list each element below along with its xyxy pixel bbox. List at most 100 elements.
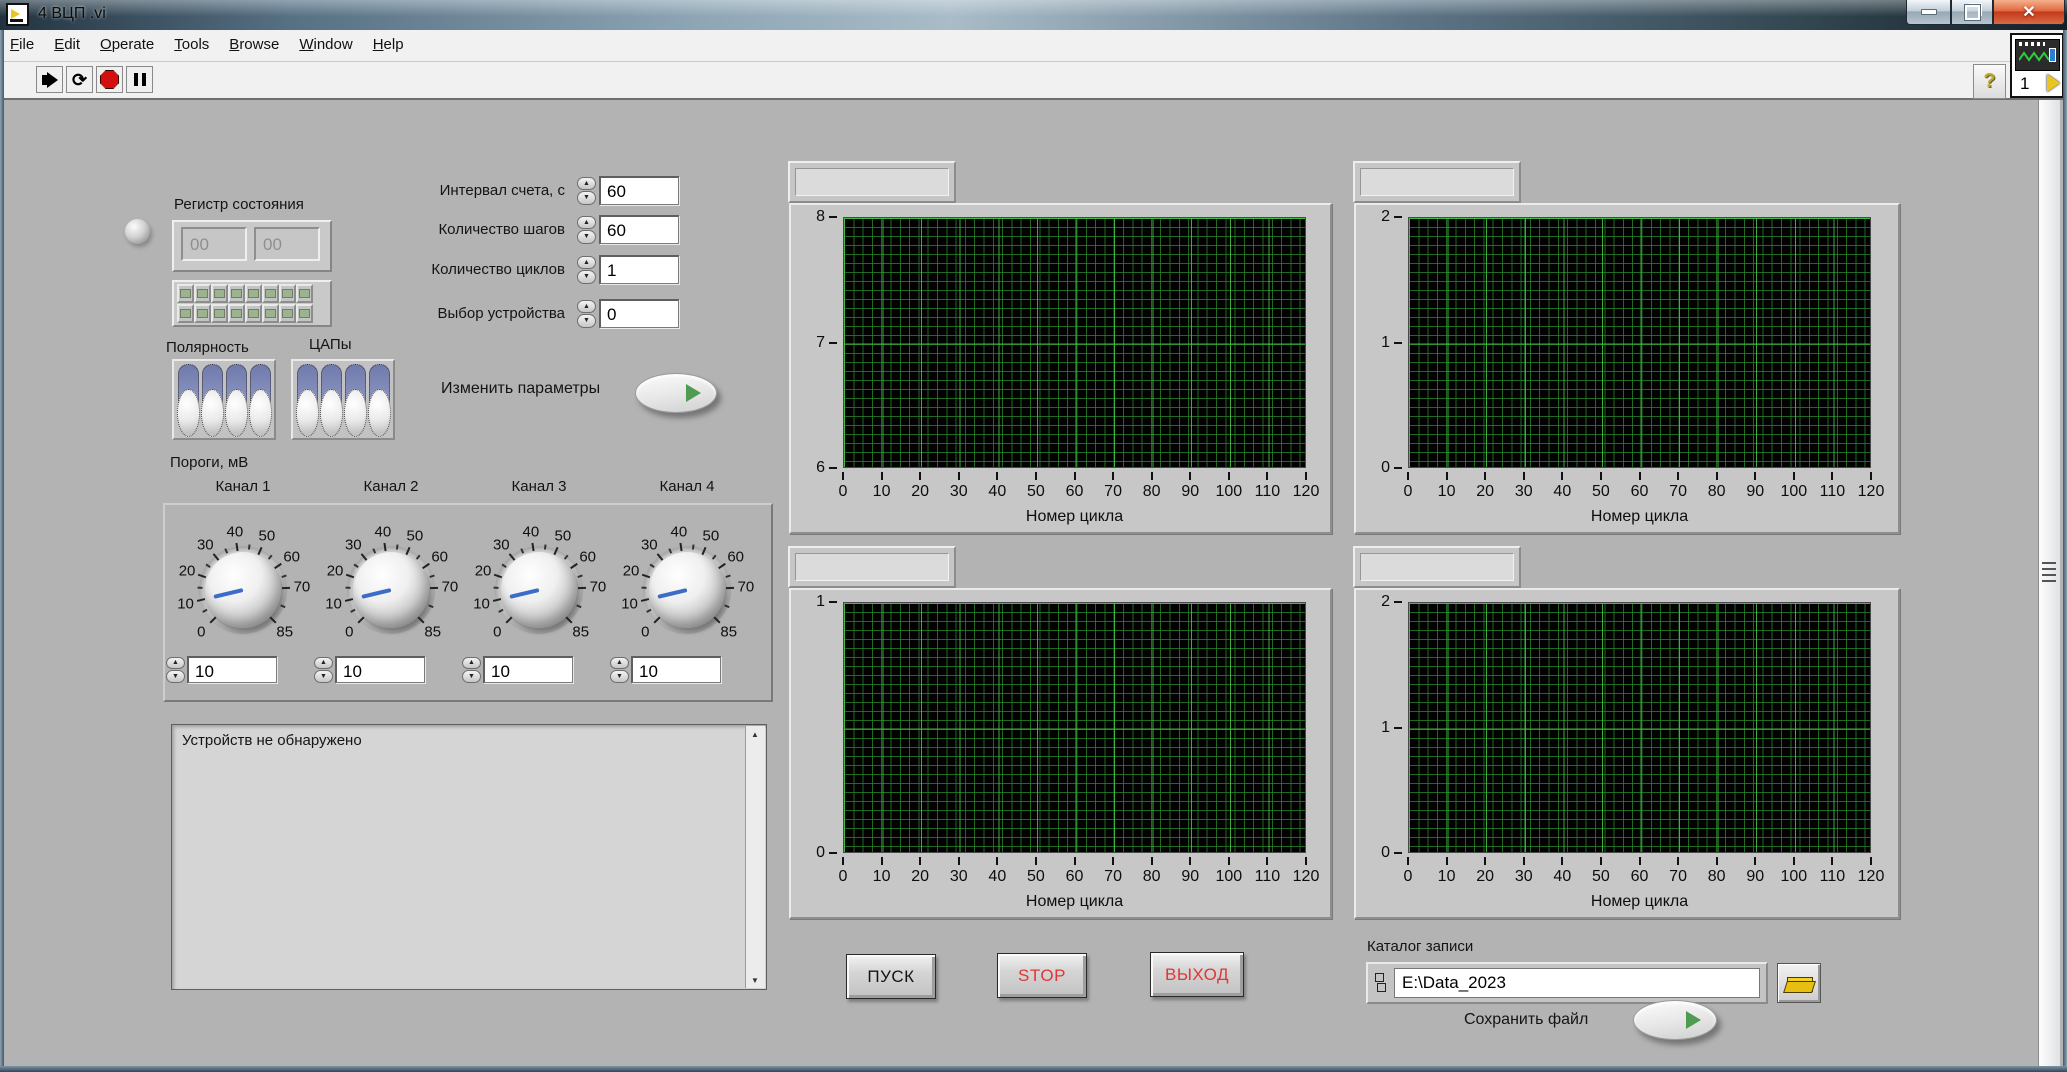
stop-button[interactable]: STOP: [997, 953, 1087, 998]
spin-up-icon[interactable]: ▲: [577, 256, 596, 270]
spin-down-icon[interactable]: ▼: [610, 670, 629, 683]
record-dir-field[interactable]: E:\Data_2023: [1394, 968, 1760, 998]
switch-handle[interactable]: [225, 389, 248, 437]
x-tick-mark: [1305, 472, 1307, 480]
exit-button[interactable]: ВЫХОД: [1150, 952, 1244, 997]
vi-icon-button[interactable]: 1: [2010, 33, 2064, 98]
menu-item-help[interactable]: Help: [363, 30, 414, 53]
menu-item-edit[interactable]: Edit: [44, 30, 90, 53]
switch-handle[interactable]: [177, 389, 200, 437]
param-spinner-1[interactable]: ▲▼: [577, 215, 596, 244]
toggle-switch-1-3[interactable]: [368, 364, 391, 435]
knob-scale-20: 20: [475, 563, 492, 580]
threshold-field-1[interactable]: 10: [335, 656, 425, 683]
change-params-button[interactable]: [635, 373, 717, 413]
menu-item-browse[interactable]: Browse: [219, 30, 289, 53]
menu-item-operate[interactable]: Operate: [90, 30, 164, 53]
spin-down-icon[interactable]: ▼: [577, 314, 596, 328]
threshold-field-2[interactable]: 10: [483, 656, 573, 683]
graph-bottom-left-ytick: 1: [791, 593, 825, 611]
toggle-switch-0-3[interactable]: [249, 364, 272, 435]
param-field-1[interactable]: 60: [599, 215, 679, 244]
graph-top-right-xtick: 30: [1502, 483, 1546, 501]
toggle-switch-0-1[interactable]: [201, 364, 224, 435]
spin-up-icon[interactable]: ▲: [577, 177, 596, 191]
graph-bottom-right-xtick: 80: [1695, 868, 1739, 886]
spin-up-icon[interactable]: ▲: [166, 657, 185, 670]
spin-up-icon[interactable]: ▲: [462, 657, 481, 670]
vi-icon-panel: [2015, 39, 2060, 71]
knob-scale-30: 30: [197, 536, 214, 553]
graph-bottom-left-xtick: 100: [1207, 868, 1251, 886]
threshold-spinner-0[interactable]: ▲▼: [166, 656, 185, 683]
threshold-spinner-3[interactable]: ▲▼: [610, 656, 629, 683]
switch-handle[interactable]: [296, 389, 319, 437]
switch-handle[interactable]: [249, 389, 272, 437]
run-button[interactable]: [36, 66, 63, 93]
param-spinner-2[interactable]: ▲▼: [577, 255, 596, 284]
spin-down-icon[interactable]: ▼: [314, 670, 333, 683]
toggle-switch-1-0[interactable]: [296, 364, 319, 435]
menu-item-tools[interactable]: Tools: [164, 30, 219, 53]
graph-top-left-caption-text: [795, 168, 949, 196]
minimize-button[interactable]: [1906, 0, 1951, 25]
graph-top-left-ytick: 8: [791, 208, 825, 226]
abort-button[interactable]: [96, 66, 123, 93]
spin-down-icon[interactable]: ▼: [166, 670, 185, 683]
scrollbar-grip[interactable]: [2042, 562, 2056, 584]
param-field-0[interactable]: 60: [599, 176, 679, 205]
spin-down-icon[interactable]: ▼: [462, 670, 481, 683]
run-continuously-button[interactable]: ⟳: [66, 66, 93, 93]
knob-scale-30: 30: [493, 536, 510, 553]
threshold-field-0[interactable]: 10: [187, 656, 277, 683]
threshold-spinner-2[interactable]: ▲▼: [462, 656, 481, 683]
threshold-field-3[interactable]: 10: [631, 656, 721, 683]
switch-handle[interactable]: [201, 389, 224, 437]
browse-folder-button[interactable]: [1777, 963, 1821, 1003]
param-field-3[interactable]: 0: [599, 299, 679, 328]
scroll-up-icon[interactable]: ▲: [746, 726, 764, 742]
menu-item-window[interactable]: Window: [289, 30, 362, 53]
panel-vertical-scrollbar[interactable]: [2038, 100, 2060, 1066]
maximize-button[interactable]: [1951, 0, 1993, 25]
toggle-switch-1-1[interactable]: [320, 364, 343, 435]
x-tick-mark: [1112, 472, 1114, 480]
graph-top-right-xtick: 90: [1733, 483, 1777, 501]
x-tick-mark: [1870, 472, 1872, 480]
graph-top-left-plot-area: [843, 217, 1306, 468]
switch-handle[interactable]: [320, 389, 343, 437]
switch-handle[interactable]: [368, 389, 391, 437]
param-spinner-3[interactable]: ▲▼: [577, 299, 596, 328]
spin-down-icon[interactable]: ▼: [577, 230, 596, 244]
threshold-spinner-1[interactable]: ▲▼: [314, 656, 333, 683]
switch-handle[interactable]: [344, 389, 367, 437]
graph-bottom-right-xtick: 20: [1463, 868, 1507, 886]
window-title: 4 ВЦП .vi: [38, 5, 106, 23]
status-register-box: 00 00: [172, 220, 332, 272]
spin-up-icon[interactable]: ▲: [610, 657, 629, 670]
toggle-switch-0-0[interactable]: [177, 364, 200, 435]
scroll-down-icon[interactable]: ▼: [746, 972, 764, 988]
param-spinner-0[interactable]: ▲▼: [577, 176, 596, 205]
close-button[interactable]: ✕: [1993, 0, 2065, 25]
graph-top-left-xtick: 10: [860, 483, 904, 501]
graph-bottom-right-xtick: 40: [1540, 868, 1584, 886]
spin-up-icon[interactable]: ▲: [577, 216, 596, 230]
param-field-2[interactable]: 1: [599, 255, 679, 284]
spin-down-icon[interactable]: ▼: [577, 191, 596, 205]
spin-up-icon[interactable]: ▲: [314, 657, 333, 670]
graph-top-left-xtick: 110: [1245, 483, 1289, 501]
x-tick-mark: [958, 472, 960, 480]
pause-button[interactable]: [126, 66, 153, 93]
save-file-button[interactable]: [1633, 1000, 1717, 1040]
start-button[interactable]: ПУСК: [846, 954, 936, 999]
toggle-switch-0-2[interactable]: [225, 364, 248, 435]
message-scrollbar[interactable]: ▲ ▼: [745, 726, 765, 988]
spin-down-icon[interactable]: ▼: [577, 270, 596, 284]
status-led-array: [172, 280, 332, 327]
spin-up-icon[interactable]: ▲: [577, 300, 596, 314]
graph-bottom-left-xtick: 70: [1091, 868, 1135, 886]
toggle-switch-1-2[interactable]: [344, 364, 367, 435]
menu-item-file[interactable]: File: [0, 30, 44, 53]
context-help-button[interactable]: ?: [1973, 64, 2006, 99]
